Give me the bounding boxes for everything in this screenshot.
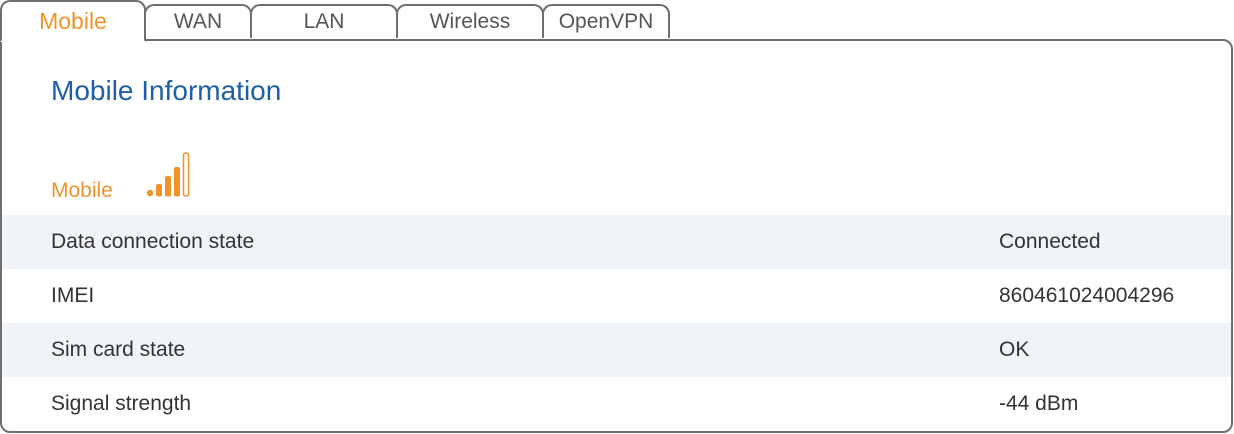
row-label: IMEI — [51, 284, 95, 307]
signal-bar-4 — [174, 167, 180, 197]
signal-bars-icon — [146, 152, 190, 197]
row-value: Connected — [999, 230, 1101, 253]
table-row: Sim card state OK — [2, 323, 1231, 377]
row-label: Signal strength — [51, 392, 192, 415]
row-label: Sim card state — [51, 338, 186, 361]
mobile-info-panel: Mobile Information Mobile Data connectio… — [0, 39, 1233, 433]
signal-bar-2 — [156, 184, 162, 197]
info-table: Data connection state Connected IMEI 860… — [2, 215, 1231, 431]
tab-mobile[interactable]: Mobile — [0, 0, 146, 42]
tab-bar: WAN LAN Wireless OpenVPN Mobile — [0, 0, 1234, 42]
row-value: -44 dBm — [999, 392, 1079, 415]
row-label: Data connection state — [51, 230, 255, 253]
signal-bar-5 — [182, 152, 190, 197]
page-title: Mobile Information — [51, 75, 282, 106]
section-label-mobile: Mobile — [51, 179, 113, 202]
signal-bar-3 — [165, 176, 171, 197]
table-row: IMEI 860461024004296 — [2, 269, 1231, 323]
tab-openvpn[interactable]: OpenVPN — [542, 4, 670, 38]
signal-bar-1 — [146, 189, 154, 197]
row-value: OK — [999, 338, 1030, 361]
table-row: Data connection state Connected — [2, 215, 1231, 269]
tab-wireless[interactable]: Wireless — [396, 4, 544, 38]
tab-lan[interactable]: LAN — [250, 4, 398, 38]
tab-wan[interactable]: WAN — [144, 4, 252, 38]
table-row: Signal strength -44 dBm — [2, 377, 1231, 431]
row-value: 860461024004296 — [999, 284, 1175, 307]
